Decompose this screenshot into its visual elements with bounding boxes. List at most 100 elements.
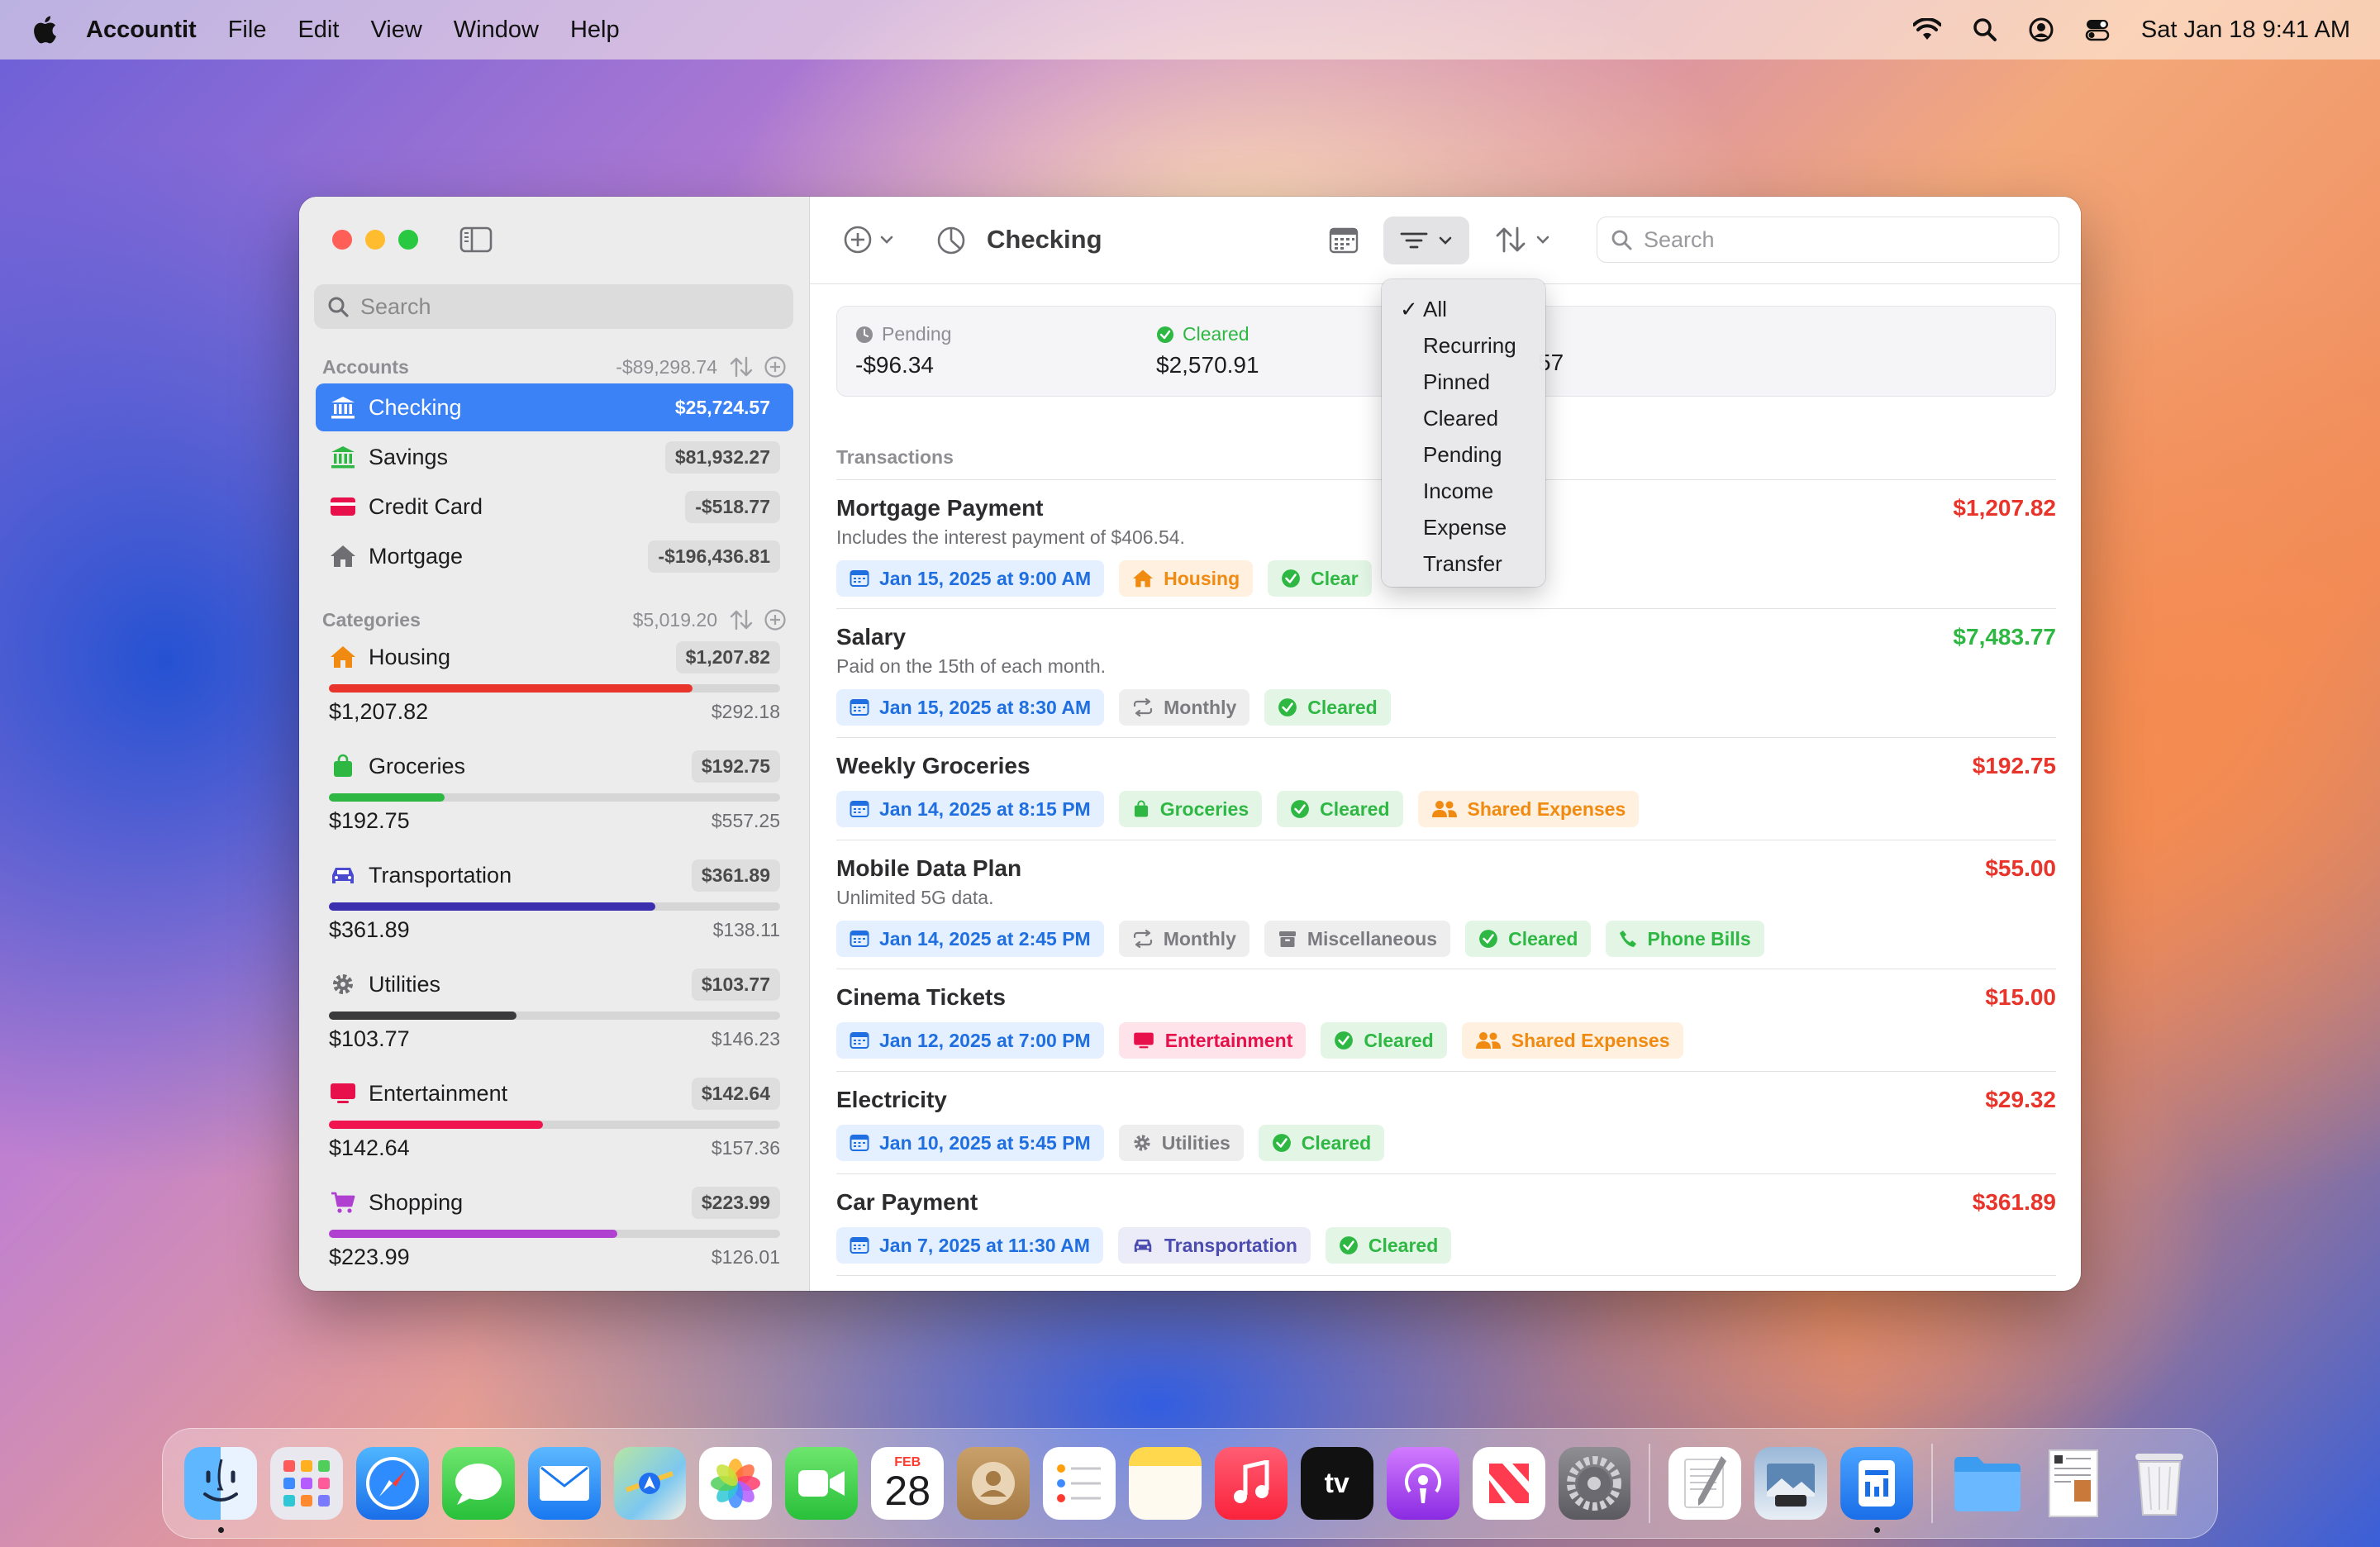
zoom-window-button[interactable] (398, 230, 418, 250)
sidebar-item-mortgage[interactable]: Mortgage -$196,436.81 (316, 532, 793, 580)
facetime-icon[interactable] (785, 1447, 859, 1520)
accountit-icon[interactable] (1840, 1447, 1914, 1533)
finder-icon[interactable] (184, 1447, 257, 1533)
view-menu[interactable]: View (370, 17, 421, 44)
add-account-icon[interactable] (764, 355, 787, 378)
phone-bills-tag[interactable]: Phone Bills (1606, 921, 1764, 957)
filter-menu-item-income[interactable]: Income (1382, 473, 1545, 509)
sort-icon[interactable] (729, 355, 754, 378)
contacts-icon[interactable] (957, 1447, 1031, 1520)
category-tag-transportation[interactable]: Transportation (1117, 1227, 1311, 1264)
window-menu[interactable]: Window (454, 17, 539, 44)
app-menu[interactable]: Accountit (86, 17, 197, 44)
date-tag[interactable]: Jan 12, 2025 at 7:00 PM (836, 1022, 1104, 1059)
help-menu[interactable]: Help (570, 17, 620, 44)
calendar-icon[interactable]: FEB 28 (871, 1447, 945, 1520)
menu-bar-clock[interactable]: Sat Jan 18 9:41 AM (2141, 17, 2350, 44)
filter-menu-item-cleared[interactable]: Cleared (1382, 400, 1545, 436)
transaction-row[interactable]: Mobile Data Plan Unlimited 5G data. $55.… (836, 840, 2056, 969)
date-tag[interactable]: Jan 14, 2025 at 2:45 PM (836, 921, 1104, 957)
cleared-tag[interactable]: Cleared (1325, 1227, 1452, 1264)
sidebar-category-shopping[interactable]: Shopping $223.99 $223.99 $126.01 (316, 1182, 793, 1270)
sort-button[interactable] (1494, 225, 1550, 255)
search-icon[interactable] (1973, 17, 1997, 42)
add-transaction-button[interactable] (843, 225, 894, 255)
music-icon[interactable] (1214, 1447, 1288, 1520)
shared-expenses-tag[interactable]: Shared Expenses (1417, 791, 1640, 827)
shared-expenses-tag[interactable]: Shared Expenses (1461, 1022, 1683, 1059)
transaction-row[interactable]: Car Payment $361.89 Jan 7, 2025 at 11:30… (836, 1173, 2056, 1276)
recurrence-tag[interactable]: Monthly (1118, 921, 1250, 957)
date-tag[interactable]: Jan 15, 2025 at 8:30 AM (836, 689, 1105, 726)
preview-icon[interactable] (1754, 1447, 1828, 1520)
date-tag[interactable]: Jan 7, 2025 at 11:30 AM (836, 1227, 1103, 1264)
date-tag[interactable]: Jan 10, 2025 at 5:45 PM (836, 1125, 1104, 1161)
podcasts-icon[interactable] (1386, 1447, 1459, 1520)
wifi-icon[interactable] (1912, 18, 1941, 41)
cleared-tag[interactable]: Clear (1268, 560, 1372, 597)
add-category-icon[interactable] (764, 608, 787, 631)
filter-menu-item-all[interactable]: ✓ All (1382, 291, 1545, 327)
safari-icon[interactable] (355, 1447, 429, 1520)
textedit-icon[interactable] (1668, 1447, 1742, 1520)
filter-menu-item-pending[interactable]: Pending (1382, 436, 1545, 473)
close-window-button[interactable] (332, 230, 352, 250)
cleared-tag[interactable]: Cleared (1277, 791, 1403, 827)
sidebar-category-entertainment[interactable]: Entertainment $142.64 $142.64 $157.36 (316, 1073, 793, 1161)
trash-icon[interactable] (2123, 1447, 2196, 1520)
date-tag[interactable]: Jan 15, 2025 at 9:00 AM (836, 560, 1105, 597)
maps-icon[interactable] (613, 1447, 687, 1520)
date-tag[interactable]: Jan 14, 2025 at 8:15 PM (836, 791, 1104, 827)
mail-icon[interactable] (527, 1447, 601, 1520)
filter-button[interactable] (1383, 217, 1469, 264)
transaction-row[interactable]: Electricity $29.32 Jan 10, 2025 at 5:45 … (836, 1071, 2056, 1173)
sidebar-item-checking[interactable]: Checking $25,724.57 (316, 383, 793, 431)
cleared-tag[interactable]: Cleared (1264, 689, 1391, 726)
notes-icon[interactable] (1128, 1447, 1202, 1520)
calendar-button[interactable] (1329, 226, 1359, 255)
category-tag-housing[interactable]: Housing (1119, 560, 1254, 597)
search-input[interactable]: Search (1597, 217, 2059, 263)
messages-icon[interactable] (441, 1447, 515, 1520)
category-tag-utilities[interactable]: Utilities (1118, 1125, 1244, 1161)
sidebar-item-savings[interactable]: Savings $81,932.27 (316, 433, 793, 481)
category-tag-entertainment[interactable]: Entertainment (1118, 1022, 1307, 1059)
news-icon[interactable] (1472, 1447, 1545, 1520)
file-menu[interactable]: File (228, 17, 267, 44)
folder-icon[interactable] (1951, 1447, 2024, 1520)
document-icon[interactable] (2037, 1447, 2110, 1520)
filter-menu-item-expense[interactable]: Expense (1382, 509, 1545, 545)
transaction-row[interactable]: Salary Paid on the 15th of each month. $… (836, 608, 2056, 737)
control-center-icon[interactable] (2085, 17, 2110, 42)
tv-app-icon[interactable]: tv (1300, 1447, 1373, 1520)
cleared-tag[interactable]: Cleared (1321, 1022, 1447, 1059)
reminders-icon[interactable] (1043, 1447, 1116, 1520)
cleared-tag[interactable]: Cleared (1465, 921, 1592, 957)
filter-menu-item-pinned[interactable]: Pinned (1382, 364, 1545, 400)
sort-icon[interactable] (729, 608, 754, 631)
sidebar-category-groceries[interactable]: Groceries $192.75 $192.75 $557.25 (316, 745, 793, 834)
sidebar-category-transportation[interactable]: Transportation $361.89 $361.89 $138.11 (316, 854, 793, 943)
launchpad-icon[interactable] (269, 1447, 343, 1520)
bank-icon (329, 443, 357, 471)
transaction-row[interactable]: Weekly Groceries $192.75 Jan 14, 2025 at… (836, 737, 2056, 840)
minimize-window-button[interactable] (365, 230, 385, 250)
sidebar-category-housing[interactable]: Housing $1,207.82 $1,207.82 $292.18 (316, 636, 793, 725)
photos-icon[interactable] (699, 1447, 773, 1520)
transaction-row[interactable]: Cinema Tickets $15.00 Jan 12, 2025 at 7:… (836, 969, 2056, 1071)
user-icon[interactable] (2029, 17, 2054, 42)
sidebar-category-utilities[interactable]: Utilities $103.77 $103.77 $146.23 (316, 964, 793, 1052)
reports-button[interactable] (935, 225, 967, 256)
category-tag-miscellaneous[interactable]: Miscellaneous (1264, 921, 1451, 957)
recurrence-tag[interactable]: Monthly (1119, 689, 1250, 726)
apple-logo-icon[interactable] (30, 13, 58, 46)
cleared-tag[interactable]: Cleared (1258, 1125, 1385, 1161)
sidebar-item-credit-card[interactable]: Credit Card -$518.77 (316, 483, 793, 531)
sidebar-toggle-icon[interactable] (459, 226, 493, 253)
system-settings-icon[interactable] (1558, 1447, 1631, 1520)
filter-menu-item-transfer[interactable]: Transfer (1382, 545, 1545, 582)
category-tag-groceries[interactable]: Groceries (1118, 791, 1263, 827)
edit-menu[interactable]: Edit (298, 17, 339, 44)
filter-menu-item-recurring[interactable]: Recurring (1382, 327, 1545, 364)
sidebar-search-field[interactable]: Search (314, 284, 793, 329)
